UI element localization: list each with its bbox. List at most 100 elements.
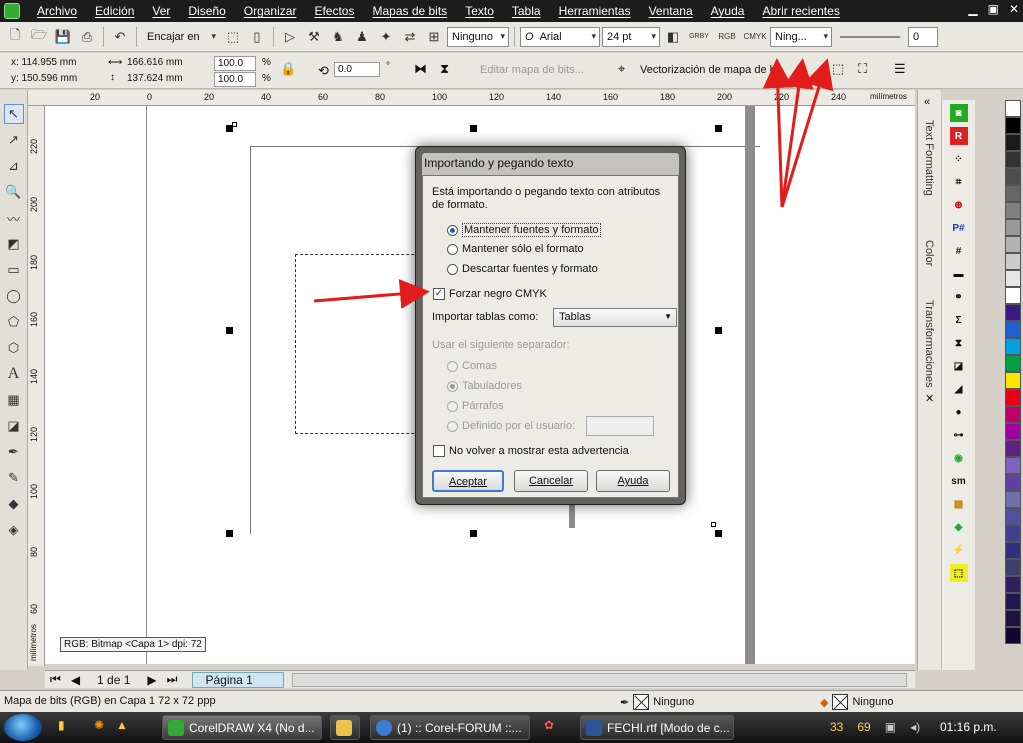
separator-commas[interactable]: Comas <box>447 360 497 372</box>
table-tool-icon[interactable]: ▦ <box>4 390 24 410</box>
network-icon[interactable]: ⊶ <box>950 426 968 444</box>
outline-dropdown[interactable]: Ning... <box>770 26 832 47</box>
color-swatch[interactable] <box>1005 576 1021 593</box>
next-page-icon[interactable]: ▶ <box>142 673 161 687</box>
eyedropper-icon[interactable]: ✒ <box>4 442 24 462</box>
tool-d-icon[interactable]: ✦ <box>375 26 397 48</box>
outline-tool-icon[interactable]: ✎ <box>4 468 24 488</box>
color-swatch[interactable] <box>1005 338 1021 355</box>
color-swatch[interactable] <box>1005 559 1021 576</box>
grby-button[interactable]: GRBY <box>686 26 712 48</box>
yellow-dashed-icon[interactable]: ⬚ <box>949 564 968 582</box>
width-field[interactable]: 166.616 mm <box>124 56 202 71</box>
color-swatch[interactable] <box>1005 117 1021 134</box>
freehand-tool-icon[interactable]: 〰 <box>4 208 24 228</box>
docker-tab-color[interactable]: Color <box>923 240 935 266</box>
quick-launch-app-icon[interactable]: ✺ <box>94 718 104 732</box>
scale-y-field[interactable]: 100.0 <box>214 72 256 87</box>
menu-texto[interactable]: Texto <box>456 4 503 18</box>
undo-icon[interactable]: ↶ <box>109 26 131 48</box>
crop-tool-icon[interactable]: ⊿ <box>4 156 24 176</box>
resample-icon[interactable]: ⛶ <box>858 61 867 77</box>
lightning-icon[interactable]: ⚡ <box>950 541 968 559</box>
color-swatch[interactable] <box>1005 151 1021 168</box>
dotted-square-icon[interactable]: ▩ <box>950 495 968 513</box>
hash-icon[interactable]: # <box>950 242 968 260</box>
color-swatch[interactable] <box>1005 219 1021 236</box>
selection-handle[interactable] <box>715 327 722 334</box>
fill-tool-icon[interactable]: ◆ <box>4 494 24 514</box>
color-swatch[interactable] <box>1005 253 1021 270</box>
color-swatch[interactable] <box>1005 372 1021 389</box>
dots-grid-icon[interactable]: ⁘ <box>950 150 968 168</box>
minimize-icon[interactable]: ▁ <box>968 2 977 16</box>
option-keep-fonts-format[interactable]: Mantener fuentes y formato <box>447 223 601 237</box>
color-swatch[interactable] <box>1005 355 1021 372</box>
pick-tool-icon[interactable]: ↖ <box>3 104 24 124</box>
radio-icon[interactable] <box>447 400 458 412</box>
hourglass-icon[interactable]: ⧗ <box>950 334 968 352</box>
task-explorer[interactable] <box>330 715 360 740</box>
zoom-slider[interactable] <box>840 35 900 38</box>
half-fill-icon[interactable]: ◧ <box>662 26 684 48</box>
selection-handle[interactable] <box>226 530 233 537</box>
cancel-button[interactable]: Cancelar <box>514 470 588 492</box>
color-swatch[interactable] <box>1005 236 1021 253</box>
accept-button[interactable]: Aceptar <box>432 470 504 492</box>
color-swatch[interactable] <box>1005 168 1021 185</box>
p-hash-icon[interactable]: P# <box>950 219 968 237</box>
color-swatch[interactable] <box>1005 134 1021 151</box>
menu-ayuda[interactable]: Ayuda <box>702 4 754 18</box>
tool-c-icon[interactable]: ♟ <box>351 26 373 48</box>
menu-efectos[interactable]: Efectos <box>305 4 363 18</box>
color-palette[interactable] <box>1005 100 1023 680</box>
docker-close-icon[interactable]: ✕ <box>925 392 934 405</box>
color-swatch[interactable] <box>1005 525 1021 542</box>
quick-launch-warn-icon[interactable]: ▲ <box>116 718 128 732</box>
menu-edicion[interactable]: Edición <box>86 4 143 18</box>
separator-user-defined[interactable]: Definido por el usuario: <box>447 420 575 432</box>
save-icon[interactable]: 💾 <box>52 26 74 48</box>
color-swatch[interactable] <box>1005 287 1021 304</box>
menu-abrir-recientes[interactable]: Abrir recientes <box>753 4 848 18</box>
rectangle-tool-icon[interactable]: ▭ <box>4 260 24 280</box>
interactive-tool-icon[interactable]: ◪ <box>4 416 24 436</box>
selection-handle[interactable] <box>226 327 233 334</box>
menu-ventana[interactable]: Ventana <box>640 4 702 18</box>
no-color-swatch[interactable] <box>1005 100 1021 117</box>
no-fill-icon[interactable] <box>633 694 650 710</box>
color-swatch[interactable] <box>1005 406 1021 423</box>
radio-icon[interactable] <box>447 420 458 432</box>
color-swatch[interactable] <box>1005 457 1021 474</box>
font-size-dropdown[interactable]: 24 pt <box>602 26 660 47</box>
color-swatch[interactable] <box>1005 474 1021 491</box>
sum-icon[interactable]: Σ <box>950 311 968 329</box>
target-icon[interactable]: ⊕ <box>950 196 968 214</box>
bar-icon[interactable]: ▬ <box>950 265 968 283</box>
snap-dropdown[interactable]: Ninguno <box>447 26 509 47</box>
radio-selected-icon[interactable] <box>447 380 458 392</box>
selection-handle[interactable] <box>715 530 722 537</box>
crop-box-icon[interactable]: ⌗ <box>950 173 968 191</box>
radio-selected-icon[interactable] <box>447 224 458 236</box>
font-dropdown[interactable]: O Arial <box>520 26 600 47</box>
rotation-handle[interactable] <box>232 122 237 127</box>
menu-mapas-de-bits[interactable]: Mapas de bits <box>363 4 456 18</box>
x-position-field[interactable]: x: 114.955 mm <box>8 56 100 71</box>
docker-tab-transformaciones[interactable]: Transformaciones <box>923 300 935 388</box>
color-swatch[interactable] <box>1005 185 1021 202</box>
color-swatch[interactable] <box>1005 389 1021 406</box>
checkbox-checked-icon[interactable]: ✓ <box>433 288 445 300</box>
task-coreldraw[interactable]: CorelDRAW X4 (No d... <box>162 715 322 740</box>
trace-bitmap-button[interactable]: Vectorización de mapa de bits <box>640 64 776 76</box>
height-field[interactable]: 137.624 mm <box>124 72 202 87</box>
docker-tab-text-formatting[interactable]: Text Formatting <box>923 120 935 196</box>
tool-a-icon[interactable]: ⚒ <box>303 26 325 48</box>
options-icon[interactable]: ☰ <box>894 61 906 77</box>
tool-e-icon[interactable]: ⇄ <box>399 26 421 48</box>
fit-dropdown[interactable]: Encajar en <box>142 26 220 47</box>
polygon-tool-icon[interactable]: ⬠ <box>4 312 24 332</box>
separator-tabs[interactable]: Tabuladores <box>447 380 522 392</box>
layers-icon[interactable]: ◪ <box>950 357 968 375</box>
smart-fill-icon[interactable]: ◩ <box>4 234 24 254</box>
